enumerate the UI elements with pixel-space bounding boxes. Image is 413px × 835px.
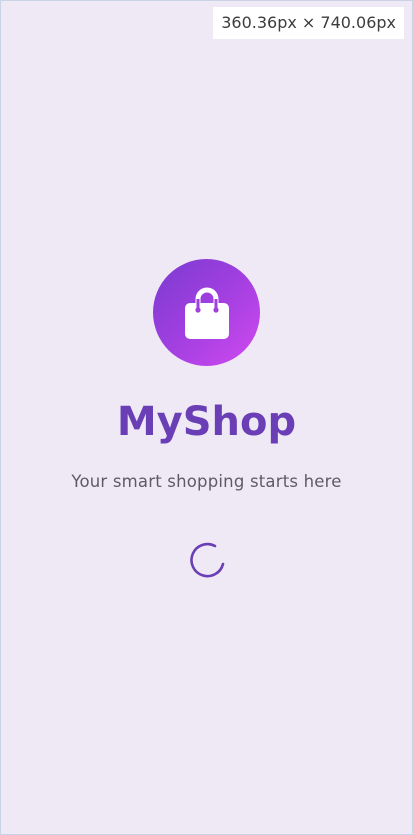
shopping-bag-icon [184,287,229,339]
dimensions-badge: 360.36px × 740.06px [213,7,404,39]
tagline: Your smart shopping starts here [71,472,342,491]
loading-spinner [189,542,224,578]
app-logo [153,259,260,366]
app-name: MyShop [116,399,297,445]
app-screen: 360.36px × 740.06px MyShop Your smart sh… [0,0,413,835]
splash-content: MyShop Your smart shopping starts here [1,259,412,582]
